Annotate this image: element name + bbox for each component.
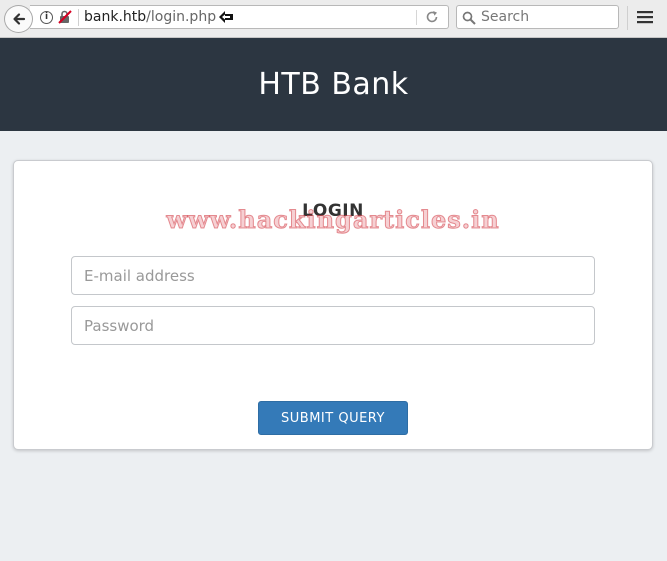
browser-toolbar: i bank.htb/login.php Search [0, 0, 667, 38]
url-separator [78, 9, 79, 26]
site-header: HTB Bank [0, 38, 667, 131]
insecure-lock-icon[interactable] [58, 10, 72, 24]
url-host: bank.htb [84, 9, 147, 25]
watermark: www.hackingarticles.in [166, 205, 500, 235]
cursor-arrow-icon [219, 11, 233, 23]
url-path: /login.php [146, 9, 217, 25]
toolbar-separator [627, 6, 628, 30]
password-field[interactable] [71, 306, 595, 345]
search-icon [462, 11, 476, 25]
hamburger-menu-icon[interactable] [637, 10, 653, 24]
url-text[interactable]: bank.htb/login.php [84, 9, 216, 25]
login-panel: LOGIN www.hackingarticles.in SUBMIT QUER… [13, 160, 653, 450]
email-field[interactable] [71, 256, 595, 295]
url-bar[interactable]: i bank.htb/login.php [30, 5, 449, 29]
back-button[interactable] [4, 5, 33, 33]
submit-button[interactable]: SUBMIT QUERY [258, 401, 408, 435]
back-arrow-icon [12, 13, 25, 25]
url-separator-right [416, 10, 417, 25]
search-placeholder: Search [481, 9, 530, 25]
info-icon[interactable]: i [40, 11, 53, 24]
search-bar[interactable]: Search [456, 5, 619, 29]
reload-icon[interactable] [425, 10, 439, 24]
site-title: HTB Bank [258, 67, 409, 102]
